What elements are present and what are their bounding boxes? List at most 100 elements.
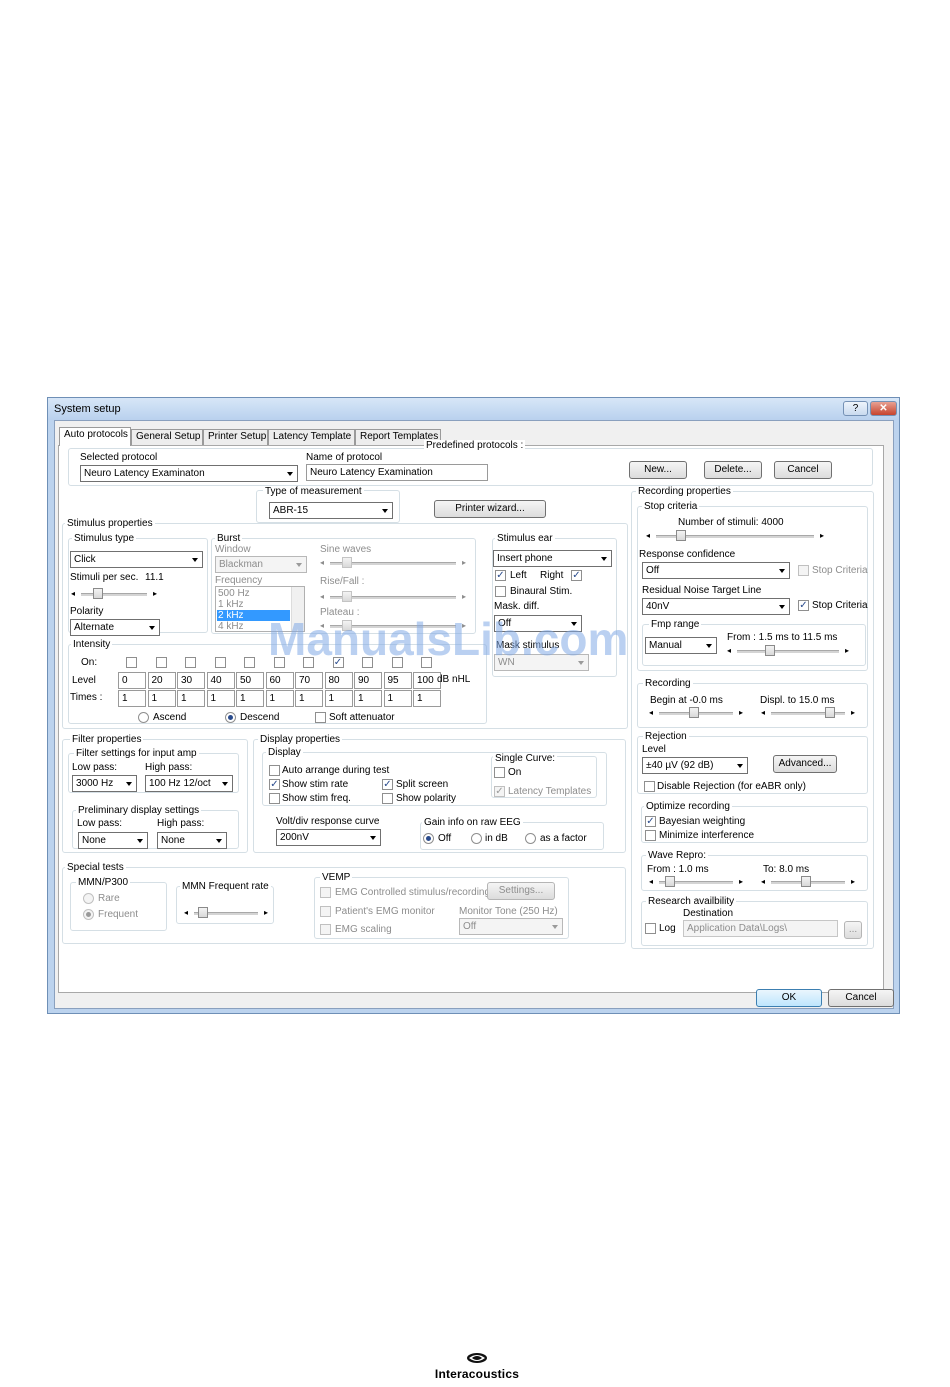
slider-thumb[interactable]	[342, 591, 352, 602]
wave-from-slider[interactable]: ◂ ▸	[649, 876, 743, 888]
binaural-checkbox[interactable]	[495, 586, 506, 597]
slider-thumb[interactable]	[765, 645, 775, 656]
stop-criteria-noise-checkbox[interactable]: ✓	[798, 600, 809, 611]
tab-printer-setup[interactable]: Printer Setup	[203, 429, 268, 445]
residual-noise-combo[interactable]: 40nV	[642, 598, 790, 615]
ok-button[interactable]: OK	[756, 989, 822, 1007]
intensity-times-input[interactable]: 1	[177, 690, 205, 707]
fmp-range-slider[interactable]: ◂ ▸	[727, 645, 849, 657]
emg-controlled-checkbox[interactable]	[320, 887, 331, 898]
intensity-times-input[interactable]: 1	[265, 690, 294, 707]
intensity-times-input[interactable]: 1	[206, 690, 235, 707]
printer-wizard-button[interactable]: Printer wizard...	[434, 500, 546, 518]
slider-thumb[interactable]	[801, 876, 811, 887]
intensity-level-input[interactable]: 90	[354, 672, 382, 689]
intensity-times-input[interactable]: 1	[147, 690, 176, 707]
rejection-level-combo[interactable]: ±40 µV (92 dB)	[642, 757, 748, 774]
ascend-radio[interactable]	[138, 712, 149, 723]
single-curve-on-checkbox[interactable]	[494, 767, 505, 778]
intensity-level-input[interactable]: 95	[383, 672, 412, 689]
slider-thumb[interactable]	[689, 707, 699, 718]
frequency-option[interactable]: 1 kHz	[217, 599, 292, 610]
pre-low-pass-combo[interactable]: None	[78, 832, 148, 849]
arrow-left-icon[interactable]: ◂	[761, 876, 765, 888]
arrow-right-icon[interactable]: ▸	[739, 707, 743, 719]
frequency-option[interactable]: 500 Hz	[217, 588, 292, 599]
arrow-left-icon[interactable]: ◂	[184, 907, 188, 919]
help-button[interactable]: ?	[843, 401, 868, 416]
high-pass-combo[interactable]: 100 Hz 12/oct	[145, 775, 233, 792]
slider-thumb[interactable]	[825, 707, 835, 718]
intensity-level-input[interactable]: 40	[206, 672, 235, 689]
arrow-right-icon[interactable]: ▸	[462, 557, 466, 569]
arrow-right-icon[interactable]: ▸	[851, 707, 855, 719]
begin-at-slider[interactable]: ◂ ▸	[649, 707, 743, 719]
emg-scaling-checkbox[interactable]	[320, 924, 331, 935]
arrow-left-icon[interactable]: ◂	[71, 588, 75, 600]
slider-thumb[interactable]	[93, 588, 103, 599]
polarity-combo[interactable]: Alternate	[70, 619, 160, 636]
minimize-interference-checkbox[interactable]	[645, 830, 656, 841]
intensity-level-input[interactable]: 60	[265, 672, 294, 689]
low-pass-combo[interactable]: 3000 Hz	[72, 775, 137, 792]
log-checkbox[interactable]	[645, 923, 656, 934]
advanced-button[interactable]: Advanced...	[773, 755, 837, 773]
intensity-level-input[interactable]: 20	[147, 672, 176, 689]
sine-waves-slider[interactable]: ◂ ▸	[320, 557, 466, 569]
intensity-on-checkbox[interactable]	[126, 657, 137, 668]
show-stim-freq-checkbox[interactable]	[269, 793, 280, 804]
intensity-times-input[interactable]: 1	[236, 690, 264, 707]
selected-protocol-combo[interactable]: Neuro Latency Examinaton	[80, 465, 298, 482]
arrow-left-icon[interactable]: ◂	[727, 645, 731, 657]
monitor-tone-combo[interactable]: Off	[459, 918, 563, 935]
intensity-times-input[interactable]: 1	[383, 690, 412, 707]
transducer-combo[interactable]: Insert phone	[493, 550, 612, 567]
intensity-level-input[interactable]: 50	[236, 672, 264, 689]
arrow-left-icon[interactable]: ◂	[646, 530, 650, 542]
arrow-right-icon[interactable]: ▸	[845, 645, 849, 657]
emg-monitor-checkbox[interactable]	[320, 906, 331, 917]
intensity-level-input[interactable]: 70	[295, 672, 323, 689]
intensity-times-input[interactable]: 1	[324, 690, 353, 707]
arrow-right-icon[interactable]: ▸	[462, 591, 466, 603]
slider-thumb[interactable]	[198, 907, 208, 918]
arrow-right-icon[interactable]: ▸	[820, 530, 824, 542]
response-confidence-combo[interactable]: Off	[642, 562, 790, 579]
stop-criteria-confidence-checkbox[interactable]	[798, 565, 809, 576]
delete-protocol-button[interactable]: Delete...	[704, 461, 762, 479]
soft-attenuator-checkbox[interactable]	[315, 712, 326, 723]
intensity-level-input[interactable]: 80	[324, 672, 353, 689]
new-protocol-button[interactable]: New...	[629, 461, 687, 479]
arrow-right-icon[interactable]: ▸	[851, 876, 855, 888]
protocol-name-input[interactable]: Neuro Latency Examination	[306, 464, 488, 481]
arrow-left-icon[interactable]: ◂	[320, 557, 324, 569]
cancel-protocol-button[interactable]: Cancel	[774, 461, 832, 479]
gain-off-radio[interactable]	[423, 833, 434, 844]
intensity-times-input[interactable]: 1	[295, 690, 323, 707]
mmn-rate-slider[interactable]: ◂ ▸	[184, 907, 268, 919]
close-button[interactable]: ✕	[870, 401, 897, 416]
tab-general-setup[interactable]: General Setup	[131, 429, 203, 445]
frequent-radio[interactable]	[83, 909, 94, 920]
arrow-right-icon[interactable]: ▸	[153, 588, 157, 600]
intensity-on-checkbox[interactable]	[244, 657, 255, 668]
disable-rejection-checkbox[interactable]	[644, 781, 655, 792]
arrow-left-icon[interactable]: ◂	[761, 707, 765, 719]
slider-thumb[interactable]	[665, 876, 675, 887]
tab-auto-protocols[interactable]: Auto protocols	[59, 427, 131, 446]
intensity-on-checkbox[interactable]	[155, 657, 167, 668]
wave-to-slider[interactable]: ◂ ▸	[761, 876, 855, 888]
rise-fall-slider[interactable]: ◂ ▸	[320, 591, 466, 603]
stimulus-rate-slider[interactable]: ◂ ▸	[71, 588, 157, 600]
volt-div-combo[interactable]: 200nV	[276, 829, 381, 846]
measurement-type-combo[interactable]: ABR-15	[269, 502, 393, 519]
slider-thumb[interactable]	[342, 557, 352, 568]
destination-input[interactable]: Application Data\Logs\	[683, 920, 838, 937]
slider-thumb[interactable]	[676, 530, 686, 541]
number-of-stimuli-slider[interactable]: ◂ ▸	[646, 530, 824, 542]
intensity-times-input[interactable]: 1	[118, 690, 146, 707]
intensity-level-input[interactable]: 30	[177, 672, 205, 689]
bayesian-checkbox[interactable]: ✓	[645, 816, 656, 827]
arrow-left-icon[interactable]: ◂	[320, 591, 324, 603]
vemp-settings-button[interactable]: Settings...	[487, 882, 555, 900]
